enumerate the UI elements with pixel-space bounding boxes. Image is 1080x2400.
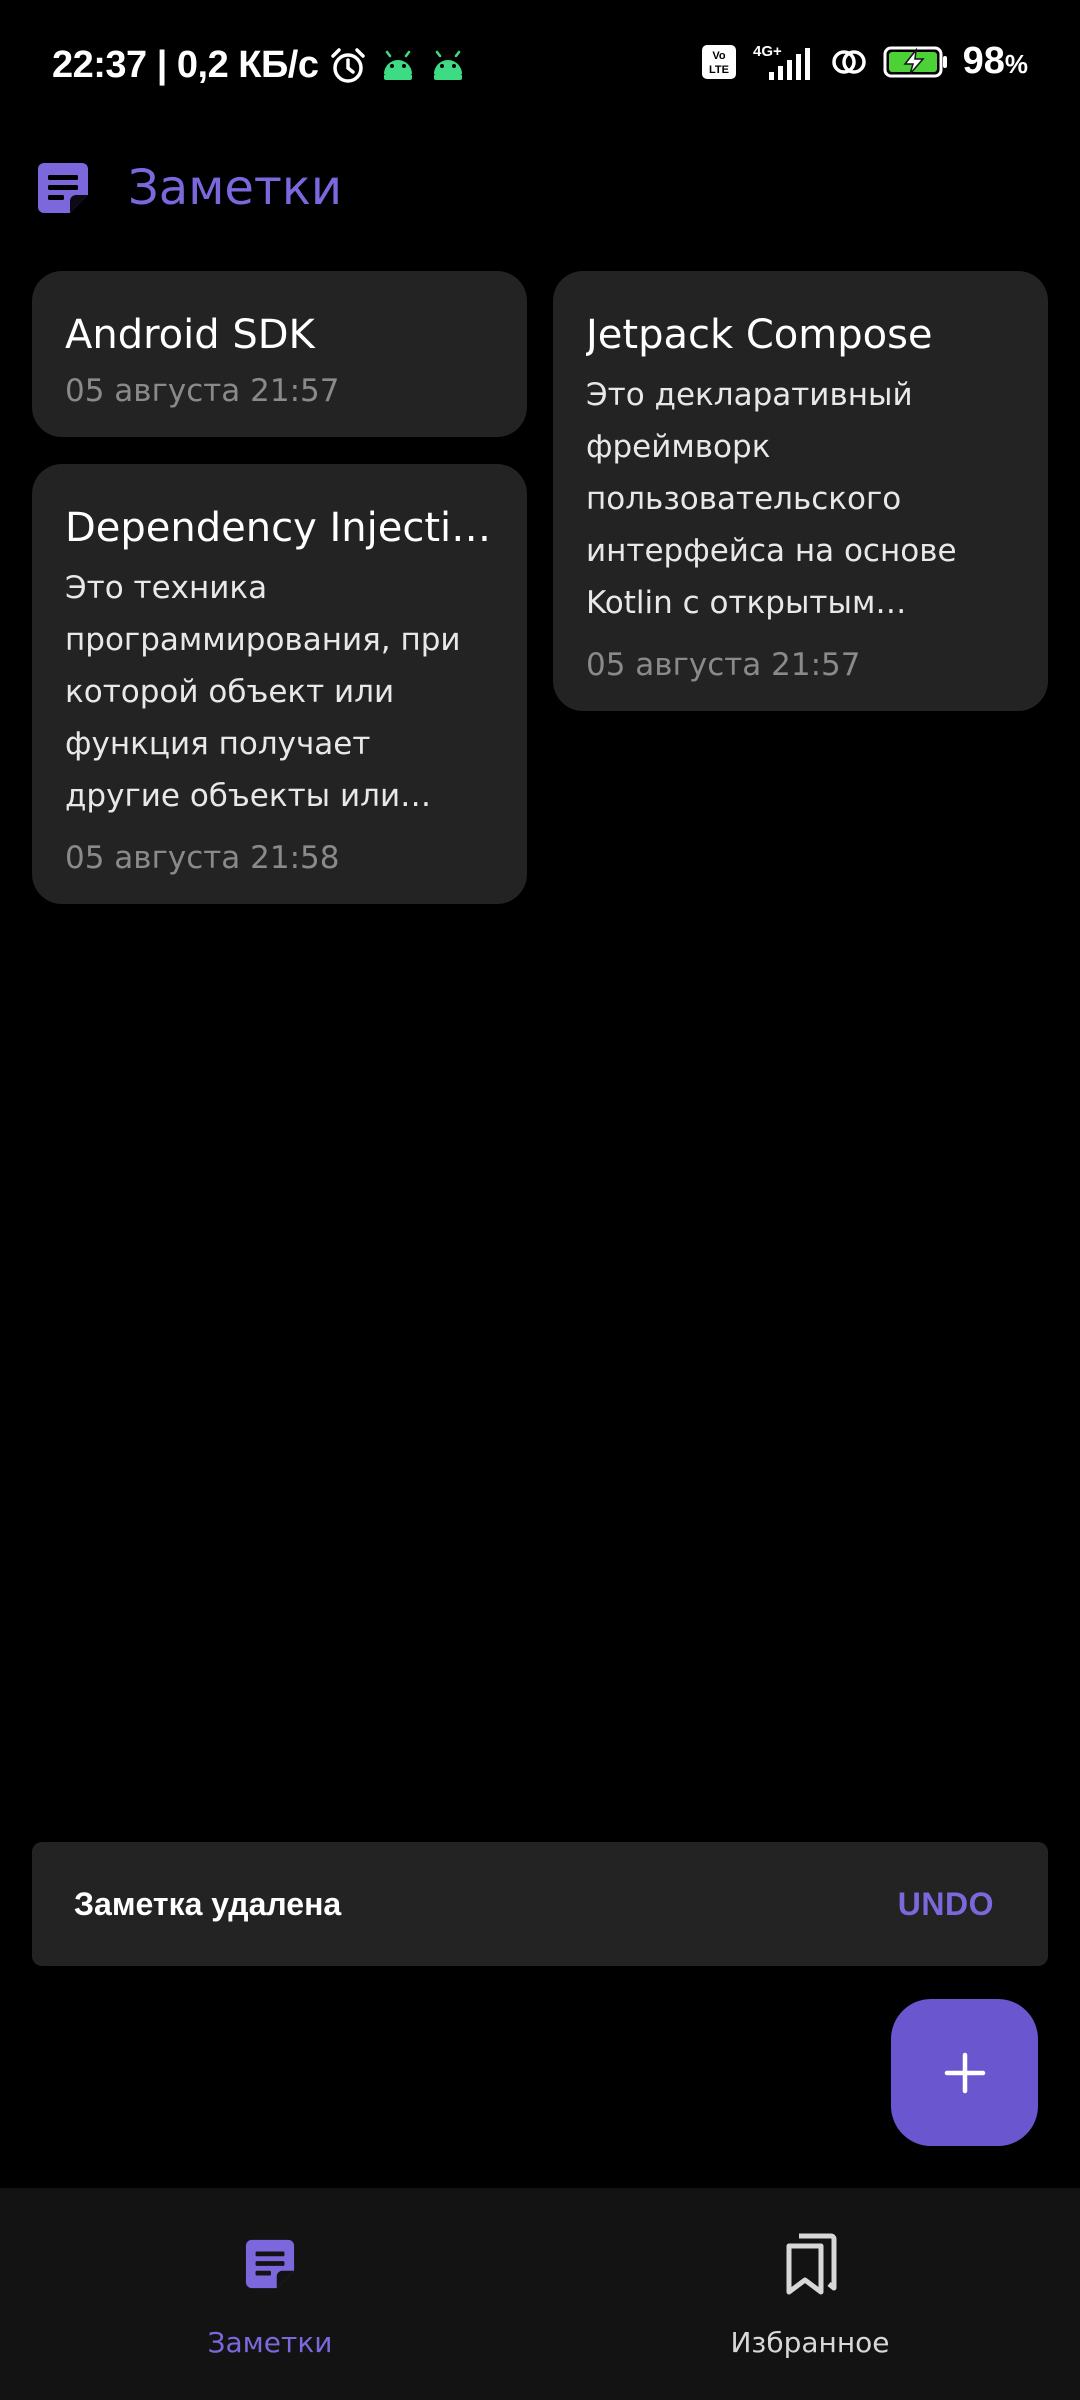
svg-text:LTE: LTE [709, 64, 729, 76]
page-title: Заметки [128, 160, 343, 216]
snackbar: Заметка удалена UNDO [32, 1842, 1048, 1966]
note-card[interactable]: Jetpack Compose Это декларативный фреймв… [553, 271, 1048, 711]
battery-charging-icon [883, 44, 949, 80]
note-title: Jetpack Compose [586, 312, 933, 358]
note-body: Это техника программирования, при которо… [65, 570, 461, 814]
svg-text:Vo: Vo [712, 50, 726, 62]
note-card[interactable]: Android SDK 05 августа 21:57 [32, 271, 527, 437]
battery-value: 98 [962, 40, 1005, 82]
hotspot-icon [829, 42, 869, 82]
status-time: 22:37 [52, 44, 147, 86]
volte-icon: Vo LTE [701, 44, 737, 80]
add-note-button[interactable] [891, 1999, 1038, 2146]
nav-item-notes[interactable]: Заметки [0, 2188, 540, 2400]
snackbar-message: Заметка удалена [74, 1885, 342, 1922]
app-header: Заметки [36, 160, 342, 216]
bottom-navigation: Заметки Избранное [0, 2188, 1080, 2400]
nav-label-favorites: Избранное [730, 2326, 890, 2359]
signal-icon: 4G+ [751, 42, 815, 82]
status-right: Vo LTE 4G+ 98% [701, 40, 1028, 83]
note-date: 05 августа 21:57 [65, 373, 340, 409]
note-date: 05 августа 21:58 [65, 840, 340, 876]
nav-label-notes: Заметки [207, 2326, 333, 2359]
svg-text:4G+: 4G+ [753, 43, 782, 60]
alarm-icon [328, 46, 368, 86]
android-debug-icon [378, 46, 418, 86]
note-body: Это декларативный фреймворк пользователь… [586, 377, 957, 621]
note-title: Dependency Injection [65, 505, 495, 551]
status-left: 22:37 | 0,2 КБ/с [52, 44, 468, 87]
android-usb-icon [428, 46, 468, 86]
status-speed: | 0,2 КБ/с [156, 44, 319, 86]
bookmarks-icon [783, 2232, 837, 2296]
status-bar: 22:37 | 0,2 КБ/с Vo LTE 4G+ 98% [0, 0, 1080, 130]
battery-percent: 98% [963, 40, 1028, 83]
undo-button[interactable]: UNDO [898, 1886, 994, 1923]
note-title: Android SDK [65, 312, 315, 358]
notes-icon [244, 2232, 296, 2296]
nav-item-favorites[interactable]: Избранное [540, 2188, 1080, 2400]
note-card[interactable]: Dependency Injection Это техника програм… [32, 464, 527, 904]
notes-logo-icon [36, 161, 90, 215]
battery-unit: % [1004, 49, 1028, 79]
plus-icon [943, 2051, 987, 2095]
note-date: 05 августа 21:57 [586, 647, 861, 683]
